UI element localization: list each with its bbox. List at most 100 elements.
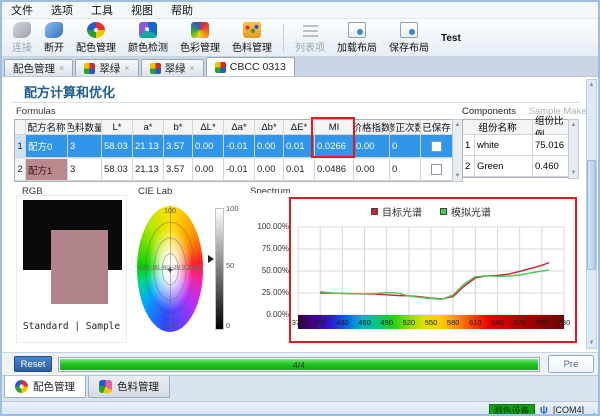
scroll-up-icon[interactable]: ▲ <box>455 120 461 130</box>
row-number[interactable]: 1 <box>463 135 475 156</box>
palette-icon <box>191 22 209 38</box>
menu-view[interactable]: 视图 <box>122 1 162 19</box>
table-cell[interactable]: -0.01 <box>224 135 255 158</box>
close-icon[interactable]: × <box>59 64 64 73</box>
components-scrollbar[interactable]: ▲ ▼ <box>568 119 579 179</box>
row-number[interactable]: 2 <box>463 156 475 177</box>
column-header-db[interactable]: Δb* <box>255 120 284 135</box>
saved-checkbox[interactable] <box>431 164 442 175</box>
scrollbar-thumb[interactable] <box>587 160 596 270</box>
component-name-cell[interactable]: white <box>475 135 533 156</box>
column-header-saved[interactable]: 已保存 <box>421 120 453 135</box>
column-header-dE[interactable]: ΔE* <box>284 120 315 135</box>
color-wheel-icon <box>15 380 28 393</box>
formula-name-cell[interactable]: 配方1 <box>26 158 68 181</box>
menu-tools[interactable]: 工具 <box>82 1 122 19</box>
component-ratio-cell[interactable]: 75.016 <box>533 135 569 156</box>
reset-button[interactable]: Reset <box>14 356 52 372</box>
menu-options[interactable]: 选项 <box>42 1 82 19</box>
saved-checkbox[interactable] <box>431 141 442 152</box>
mi-value-cell[interactable]: 0.0266 <box>315 135 354 158</box>
table-cell[interactable]: -0.01 <box>224 158 255 181</box>
color-match-manage-button[interactable]: 配色管理 <box>70 21 122 55</box>
table-cell[interactable]: 0.00 <box>354 158 390 181</box>
table-cell[interactable]: 0.00 <box>354 135 390 158</box>
test-button[interactable]: Test <box>435 21 467 55</box>
column-header-name[interactable]: 配方名称 <box>26 120 68 135</box>
component-name-cell[interactable]: Green <box>475 156 533 177</box>
content-scrollbar[interactable]: ▲ ▼ <box>586 79 597 349</box>
row-number[interactable]: 1 <box>15 135 26 158</box>
tab-components[interactable]: Components <box>462 106 516 117</box>
colorant-manage-button[interactable]: 色料管理 <box>226 21 278 55</box>
column-header-MI[interactable]: MI <box>315 120 354 135</box>
table-cell[interactable]: 0 <box>390 158 421 181</box>
lightness-label: 0 <box>226 321 230 330</box>
row-number[interactable]: 2 <box>15 158 26 181</box>
list-items-label: 列表项 <box>295 39 325 54</box>
column-header-fix-count[interactable]: 修正次数 <box>390 120 421 135</box>
component-ratio-cell[interactable]: 0.460 <box>533 156 569 177</box>
rgb-caption: Standard | Sample <box>17 321 126 332</box>
table-cell[interactable]: 3 <box>68 158 102 181</box>
column-header-component-name[interactable]: 组份名称 <box>463 120 533 135</box>
formulas-table: 配方名称 色料数量 L* a* b* ΔL* Δa* Δb* ΔE* MI 价格… <box>14 119 464 182</box>
y-tick-label: 0.00% <box>249 310 289 319</box>
table-cell[interactable]: 0.01 <box>284 158 315 181</box>
scroll-up-icon[interactable]: ▲ <box>571 120 577 130</box>
close-icon[interactable]: × <box>124 64 129 73</box>
scroll-down-icon[interactable]: ▼ <box>571 168 577 178</box>
list-items-button[interactable]: 列表项 <box>289 21 331 55</box>
table-cell[interactable]: 58.03 <box>102 135 133 158</box>
tab-color-match-manage[interactable]: 配色管理 × <box>4 59 73 76</box>
cielab-panel: 100 -120 -90 -60 -30 0 30 60 90 120 -120… <box>129 195 242 343</box>
table-cell[interactable]: 0.00 <box>193 158 224 181</box>
scroll-up-icon[interactable]: ▲ <box>589 80 595 90</box>
table-cell[interactable]: 0.00 <box>193 135 224 158</box>
color-manage-button[interactable]: 色彩管理 <box>174 21 226 55</box>
legend-label: 目标光谱 <box>382 204 422 219</box>
scroll-down-icon[interactable]: ▼ <box>455 171 461 181</box>
bottom-tab-color-match[interactable]: 配色管理 <box>4 376 86 398</box>
bottom-tab-colorant[interactable]: 色料管理 <box>88 376 170 398</box>
table-cell[interactable]: 0.00 <box>255 158 284 181</box>
table-cell[interactable]: 0.01 <box>284 135 315 158</box>
table-cell[interactable]: 0.00 <box>255 135 284 158</box>
pre-button[interactable]: Pre <box>548 355 594 373</box>
y-tick-label: 25.00% <box>249 288 289 297</box>
toolbar: 连接 断开 配色管理 颜色检测 色彩管理 色料管理 列表项 加载布局 <box>2 19 598 57</box>
column-header-L[interactable]: L* <box>102 120 133 135</box>
column-header-b[interactable]: b* <box>164 120 193 135</box>
formula-name-cell[interactable]: 配方0 <box>26 135 68 158</box>
column-header-da[interactable]: Δa* <box>224 120 255 135</box>
tab-cuilv-2[interactable]: 翠绿 × <box>141 59 204 76</box>
table-cell[interactable]: 0 <box>390 135 421 158</box>
table-cell[interactable]: 3.57 <box>164 158 193 181</box>
table-cell[interactable]: 21.13 <box>133 135 164 158</box>
disconnect-button[interactable]: 断开 <box>38 21 70 55</box>
save-layout-button[interactable]: 保存布局 <box>383 21 435 55</box>
table-cell[interactable]: 3.57 <box>164 135 193 158</box>
column-header-dL[interactable]: ΔL* <box>193 120 224 135</box>
connect-button[interactable]: 连接 <box>6 21 38 55</box>
bottom-tab-bar: 配色管理 色料管理 <box>2 375 598 401</box>
table-cell[interactable]: 3 <box>68 135 102 158</box>
color-detect-button[interactable]: 颜色检测 <box>122 21 174 55</box>
column-header-component-ratio[interactable]: 组份比例 <box>533 120 569 135</box>
x-tick-label: 400 <box>314 318 327 327</box>
tab-cbcc-0313[interactable]: CBCC 0313 <box>206 57 295 76</box>
close-icon[interactable]: × <box>190 64 195 73</box>
menu-file[interactable]: 文件 <box>2 1 42 19</box>
mi-value-cell[interactable]: 0.0486 <box>315 158 354 181</box>
tab-cuilv-1[interactable]: 翠绿 × <box>75 59 138 76</box>
column-header-price-index[interactable]: 价格指数 <box>354 120 390 135</box>
save-layout-icon <box>400 22 418 38</box>
column-header-a[interactable]: a* <box>133 120 164 135</box>
status-bar: 测色设备 ψ [COM4] <box>2 401 598 416</box>
column-header-count[interactable]: 色料数量 <box>68 120 102 135</box>
load-layout-button[interactable]: 加载布局 <box>331 21 383 55</box>
table-cell[interactable]: 21.13 <box>133 158 164 181</box>
menu-help[interactable]: 帮助 <box>162 1 202 19</box>
table-cell[interactable]: 58.03 <box>102 158 133 181</box>
scroll-down-icon[interactable]: ▼ <box>589 338 595 348</box>
